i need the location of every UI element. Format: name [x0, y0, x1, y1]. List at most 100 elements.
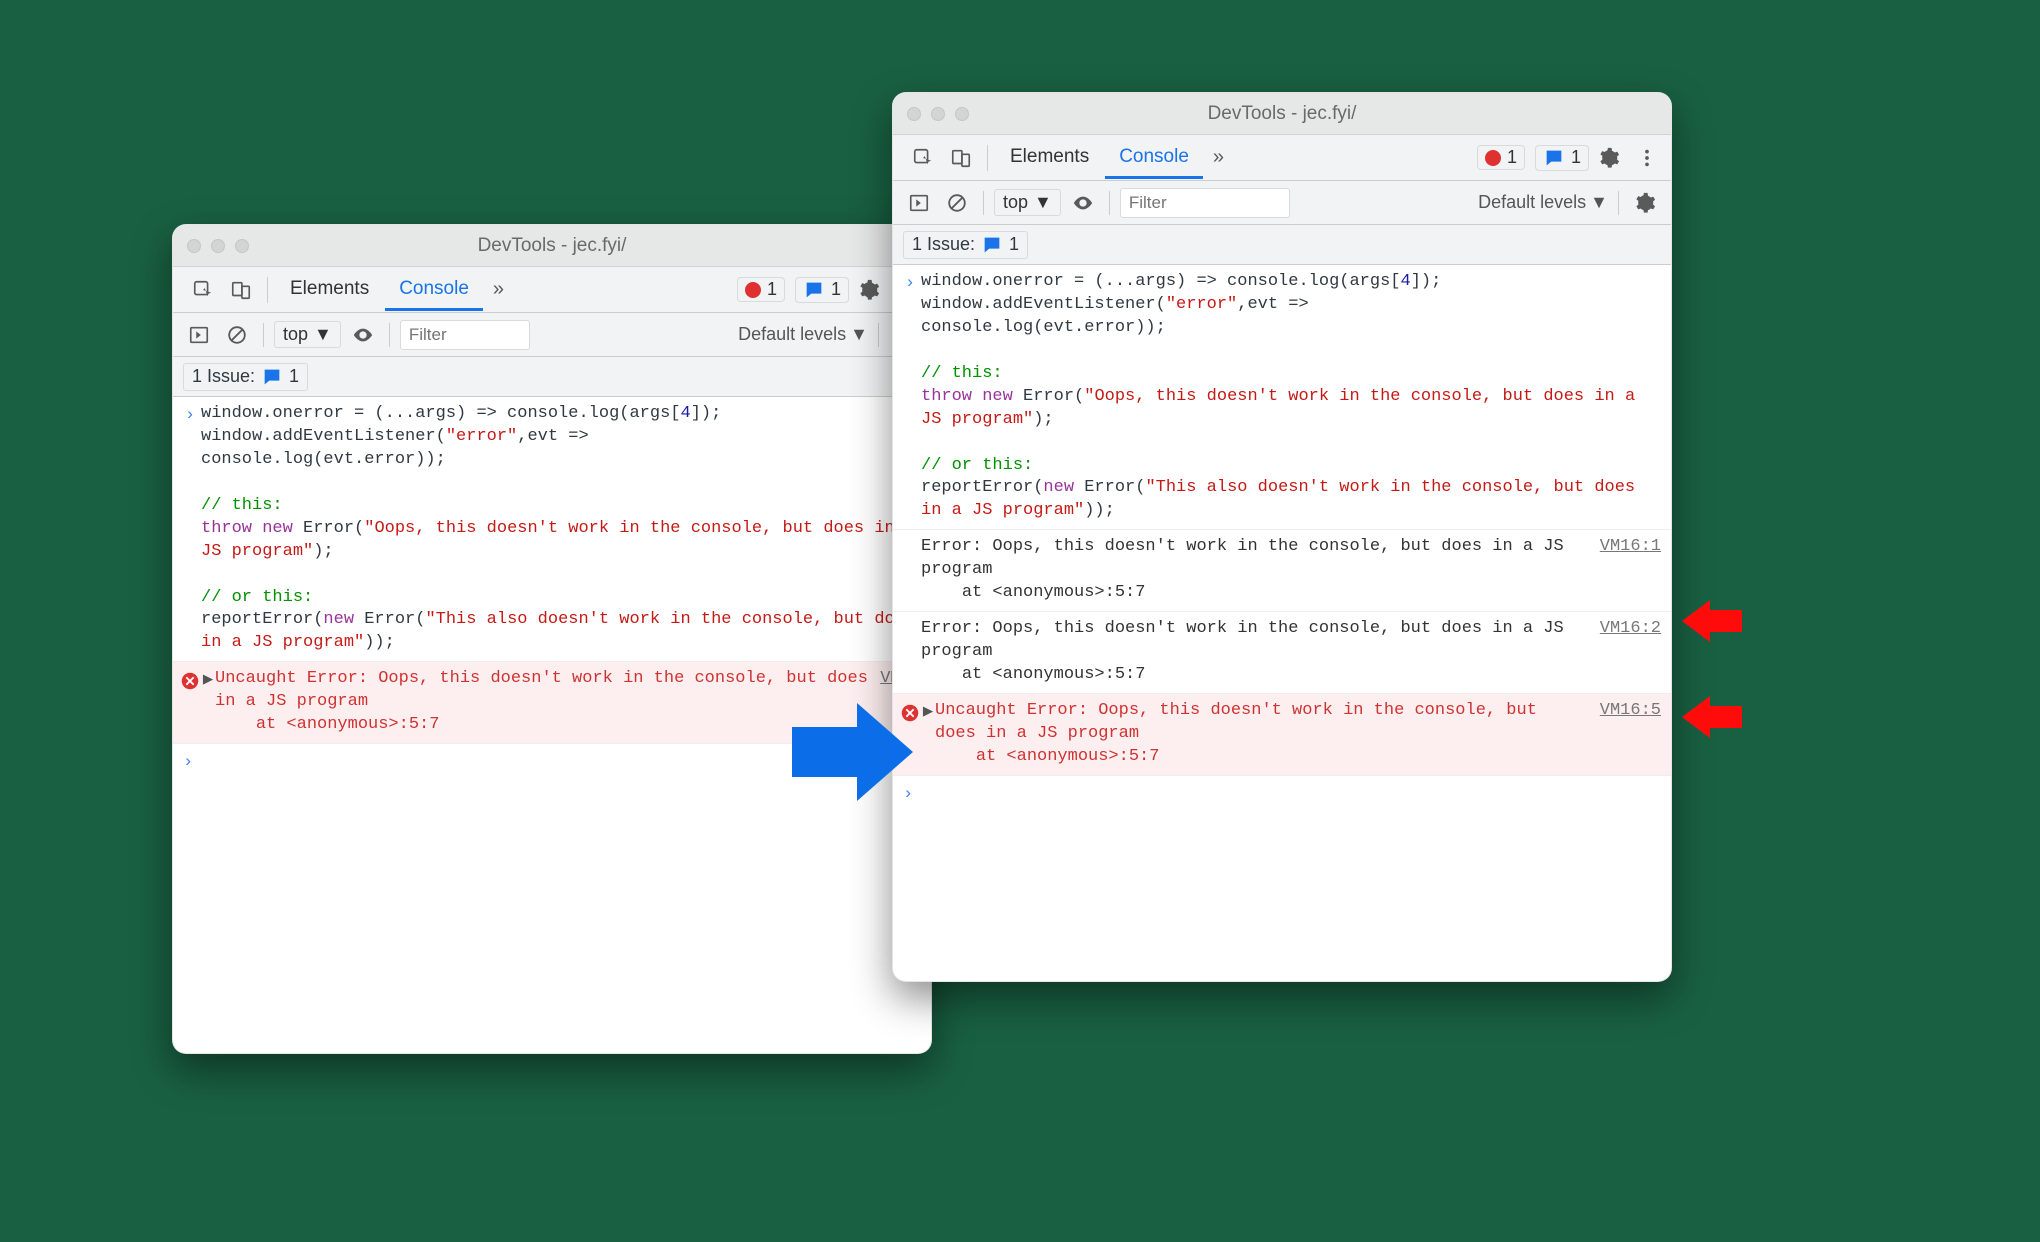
context-selector[interactable]: top ▼ [274, 321, 341, 348]
info-chat-icon [261, 366, 283, 388]
expand-triangle-icon[interactable]: ▶ [201, 668, 215, 693]
toggle-sidebar-icon[interactable] [183, 319, 215, 351]
console-input-code: window.onerror = (...args) => console.lo… [921, 271, 1661, 523]
source-link[interactable]: VM16:1 [1600, 536, 1661, 559]
issues-bar: 1 Issue: 1 [893, 225, 1671, 265]
info-chat-icon [1543, 147, 1565, 169]
console-input-row[interactable]: › window.onerror = (...args) => console.… [893, 265, 1671, 530]
console-error-row[interactable]: ▶ Uncaught Error: Oops, this doesn't wor… [893, 694, 1671, 776]
info-count: 1 [1571, 147, 1581, 168]
clear-console-icon[interactable] [221, 319, 253, 351]
filter-input[interactable] [400, 320, 530, 350]
issues-chip[interactable]: 1 Issue: 1 [903, 231, 1028, 259]
error-text: Uncaught Error: Oops, this doesn't work … [935, 700, 1588, 769]
tab-strip: Elements Console » 1 1 [173, 267, 931, 313]
chevron-down-icon: ▼ [1034, 192, 1052, 213]
errors-count: 1 [1507, 147, 1517, 168]
device-toggle-icon[interactable] [943, 140, 979, 176]
error-dot-icon [1485, 150, 1501, 166]
console-messages: › window.onerror = (...args) => console.… [173, 397, 931, 783]
inspect-element-icon[interactable] [905, 140, 941, 176]
error-dot-icon [745, 282, 761, 298]
info-chat-icon [981, 234, 1003, 256]
info-count: 1 [831, 279, 841, 300]
input-chevron-icon: › [899, 271, 921, 296]
zoom-icon[interactable] [235, 239, 249, 253]
tab-console[interactable]: Console [1105, 136, 1203, 179]
device-toggle-icon[interactable] [223, 272, 259, 308]
more-tabs-icon[interactable]: » [485, 274, 512, 305]
tab-strip: Elements Console » 1 1 [893, 135, 1671, 181]
window-title: DevTools - jec.fyi/ [1208, 103, 1357, 125]
console-messages: › window.onerror = (...args) => console.… [893, 265, 1671, 815]
minimize-icon[interactable] [931, 107, 945, 121]
chevron-down-icon: ▼ [314, 324, 332, 345]
input-chevron-icon: › [179, 403, 201, 428]
toggle-sidebar-icon[interactable] [903, 187, 935, 219]
levels-label: Default levels [738, 324, 846, 345]
issues-count: 1 [1009, 234, 1019, 255]
chevron-down-icon: ▼ [850, 324, 868, 345]
console-toolbar: top ▼ Default levels ▼ [173, 313, 931, 357]
titlebar: DevTools - jec.fyi/ [173, 225, 931, 267]
console-settings-gear-icon[interactable] [1629, 187, 1661, 219]
devtools-window-right: DevTools - jec.fyi/ Elements Console » 1 [892, 92, 1672, 982]
issues-chip[interactable]: 1 Issue: 1 [183, 363, 308, 391]
live-expression-icon[interactable] [347, 319, 379, 351]
close-icon[interactable] [187, 239, 201, 253]
console-log-row[interactable]: Error: Oops, this doesn't work in the co… [893, 612, 1671, 694]
canvas: DevTools - jec.fyi/ Elements Console » 1 [0, 0, 2040, 1242]
settings-gear-icon[interactable] [851, 272, 887, 308]
source-link[interactable]: VM16:2 [1600, 618, 1661, 641]
minimize-icon[interactable] [211, 239, 225, 253]
console-toolbar: top ▼ Default levels ▼ [893, 181, 1671, 225]
tab-elements[interactable]: Elements [996, 136, 1103, 179]
devtools-window-left: DevTools - jec.fyi/ Elements Console » 1 [172, 224, 932, 1054]
levels-label: Default levels [1478, 192, 1586, 213]
console-input-code: window.onerror = (...args) => console.lo… [201, 403, 921, 655]
log-levels-selector[interactable]: Default levels ▼ [1478, 192, 1608, 213]
titlebar: DevTools - jec.fyi/ [893, 93, 1671, 135]
issues-count: 1 [289, 366, 299, 387]
tab-console[interactable]: Console [385, 268, 483, 311]
console-prompt[interactable]: › [893, 776, 1671, 815]
console-log-row[interactable]: Error: Oops, this doesn't work in the co… [893, 530, 1671, 612]
zoom-icon[interactable] [955, 107, 969, 121]
error-text: Uncaught Error: Oops, this doesn't work … [215, 668, 868, 737]
log-text: Error: Oops, this doesn't work in the co… [921, 618, 1588, 687]
errors-badge[interactable]: 1 [737, 277, 785, 302]
settings-gear-icon[interactable] [1591, 140, 1627, 176]
close-icon[interactable] [907, 107, 921, 121]
log-gutter [899, 536, 921, 538]
context-label: top [1003, 192, 1028, 213]
tab-elements[interactable]: Elements [276, 268, 383, 311]
console-input-row[interactable]: › window.onerror = (...args) => console.… [173, 397, 931, 662]
log-levels-selector[interactable]: Default levels ▼ [738, 324, 868, 345]
filter-input[interactable] [1120, 188, 1290, 218]
window-title: DevTools - jec.fyi/ [478, 235, 627, 257]
issues-bar: 1 Issue: 1 [173, 357, 931, 397]
inspect-element-icon[interactable] [185, 272, 221, 308]
errors-badge[interactable]: 1 [1477, 145, 1525, 170]
divider [987, 145, 988, 171]
traffic-lights[interactable] [907, 107, 969, 121]
traffic-lights[interactable] [187, 239, 249, 253]
live-expression-icon[interactable] [1067, 187, 1099, 219]
more-tabs-icon[interactable]: » [1205, 142, 1232, 173]
info-chat-icon [803, 279, 825, 301]
source-link[interactable]: VM16:5 [1600, 700, 1661, 723]
log-text: Error: Oops, this doesn't work in the co… [921, 536, 1588, 605]
divider [267, 277, 268, 303]
info-badge[interactable]: 1 [1535, 145, 1589, 171]
chevron-down-icon: ▼ [1590, 192, 1608, 213]
log-gutter [899, 618, 921, 620]
issues-label: 1 Issue: [912, 234, 975, 255]
errors-count: 1 [767, 279, 777, 300]
error-circle-icon [179, 668, 201, 692]
clear-console-icon[interactable] [941, 187, 973, 219]
context-selector[interactable]: top ▼ [994, 189, 1061, 216]
expand-triangle-icon[interactable]: ▶ [921, 700, 935, 725]
kebab-menu-icon[interactable] [1629, 140, 1665, 176]
info-badge[interactable]: 1 [795, 277, 849, 303]
context-label: top [283, 324, 308, 345]
